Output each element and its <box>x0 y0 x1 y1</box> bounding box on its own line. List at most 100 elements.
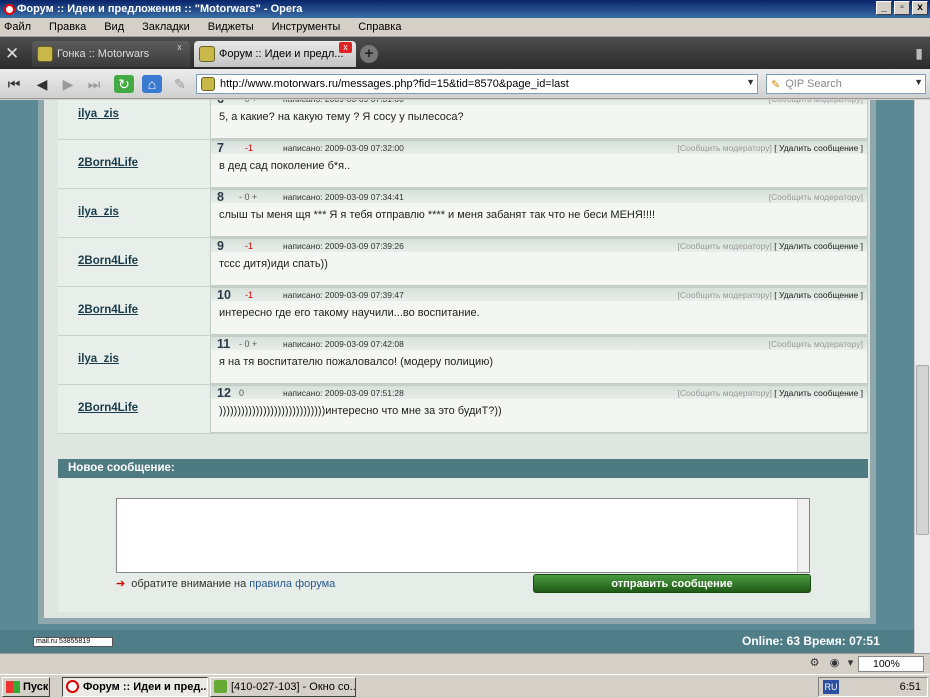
panel-icon[interactable]: ⚙ <box>807 657 822 670</box>
reload-icon[interactable]: ↻ <box>114 75 134 93</box>
post-rating[interactable]: - 0 + <box>239 192 257 202</box>
post-actions: [Сообщить модератору] [ Удалить сообщени… <box>678 241 863 251</box>
post-number: 12 <box>217 386 231 400</box>
post-rating[interactable]: -1 <box>245 143 253 153</box>
delete-link[interactable]: [ Удалить сообщение ] <box>774 290 863 300</box>
taskbar: Пуск Форум :: Идеи и пред... [410-027-10… <box>0 674 930 698</box>
page-scrollbar[interactable] <box>914 100 930 653</box>
post-actions: [Сообщить модератору] [ Удалить сообщени… <box>678 388 863 398</box>
tab-race[interactable]: Гонка :: Motorwars x <box>32 41 190 67</box>
fast-forward-icon[interactable]: ⏭ <box>84 75 104 93</box>
post-text: я на тя воспитателю пожаловалсо! (модеру… <box>219 356 494 368</box>
author-link[interactable]: 2Born4Life <box>78 304 138 316</box>
mail-counter-badge[interactable]: mail.ru 53855819 <box>33 637 113 647</box>
tab-close-icon[interactable]: x <box>339 42 352 53</box>
opera-logo-icon <box>66 680 79 693</box>
post-rating[interactable]: -1 <box>245 290 253 300</box>
chevron-down-icon[interactable]: ▼ <box>746 77 755 87</box>
post-rating[interactable]: -1 <box>245 241 253 251</box>
send-message-button[interactable]: отправить сообщение <box>533 574 811 593</box>
window-title: Форум :: Идеи и предложения :: "Motorwar… <box>17 3 303 15</box>
author-cell: ilya_zis <box>58 189 210 237</box>
post-rating[interactable]: - 0 + <box>239 100 257 104</box>
back-icon[interactable]: ◀ <box>32 75 52 93</box>
menu-file[interactable]: Файл <box>4 21 31 33</box>
author-link[interactable]: 2Born4Life <box>78 402 138 414</box>
rules-link[interactable]: правила форума <box>249 578 335 590</box>
language-indicator[interactable]: RU <box>823 680 839 694</box>
author-link[interactable]: 2Born4Life <box>78 157 138 169</box>
post-header: 6 - 0 + написано: 2009-03-09 07:31:00 [Сооб… <box>211 100 867 106</box>
tools-icon[interactable]: ✕ <box>5 45 19 62</box>
menu-edit[interactable]: Правка <box>49 21 86 33</box>
post-text: тссс дитя)иди спать)) <box>219 258 328 270</box>
report-link[interactable]: [Сообщить модератору] <box>769 192 863 202</box>
camera-icon[interactable]: ◉ <box>827 657 842 670</box>
taskbar-item-qip[interactable]: [410-027-103] - Окно со... <box>210 677 356 697</box>
post: ilya_zis 8 - 0 + написано: 2009-03-09 07:34… <box>58 189 868 238</box>
report-link[interactable]: [Сообщить модератору] <box>769 339 863 349</box>
task-label: Форум :: Идеи и пред... <box>83 681 208 693</box>
forum-frame: ilya_zis 6 - 0 + написано: 2009-03-09 07:31… <box>38 100 876 624</box>
scrollbar-thumb[interactable] <box>916 365 929 535</box>
report-link[interactable]: [Сообщить модератору] <box>678 388 772 398</box>
post-header: 9 -1 написано: 2009-03-09 07:39:26 [Сообщит… <box>211 239 867 253</box>
search-engine-icon[interactable]: ✎ <box>771 78 780 91</box>
menu-bookmarks[interactable]: Закладки <box>142 21 190 33</box>
menu-widgets[interactable]: Виджеты <box>208 21 254 33</box>
home-icon[interactable]: ⌂ <box>142 75 162 93</box>
post-body: 7 -1 написано: 2009-03-09 07:32:00 [Сообщит… <box>210 140 868 188</box>
author-cell: 2Born4Life <box>58 238 210 286</box>
rewind-icon[interactable]: ⏮ <box>4 75 24 93</box>
search-input[interactable]: ✎ QIP Search ▼ <box>766 74 926 94</box>
taskbar-item-opera[interactable]: Форум :: Идеи и пред... <box>62 677 208 697</box>
close-button[interactable]: x <box>912 1 928 15</box>
tab-label: Гонка :: Motorwars <box>57 48 150 60</box>
forward-icon[interactable]: ▶ <box>58 75 78 93</box>
report-link[interactable]: [Сообщить модератору] <box>769 100 863 104</box>
author-cell: 2Born4Life <box>58 287 210 335</box>
author-link[interactable]: 2Born4Life <box>78 255 138 267</box>
textarea-scrollbar[interactable] <box>797 499 809 572</box>
post-actions: [Сообщить модератору] [ Удалить сообщени… <box>678 290 863 300</box>
post-date: написано: 2009-03-09 07:42:08 <box>283 339 404 349</box>
maximize-button[interactable]: ▫ <box>894 1 910 15</box>
new-message-header: Новое сообщение: <box>58 459 868 478</box>
post-body: 6 - 0 + написано: 2009-03-09 07:31:00 [Сооб… <box>210 100 868 139</box>
start-label: Пуск <box>23 681 49 693</box>
author-link[interactable]: ilya_zis <box>78 108 119 120</box>
report-link[interactable]: [Сообщить модератору] <box>678 143 772 153</box>
minimize-button[interactable]: _ <box>876 1 892 15</box>
post-text: интересно где его такому научили...во во… <box>219 307 480 319</box>
start-button[interactable]: Пуск <box>2 677 50 697</box>
post-date: написано: 2009-03-09 07:39:47 <box>283 290 404 300</box>
delete-link[interactable]: [ Удалить сообщение ] <box>774 388 863 398</box>
url-field[interactable]: http://www.motorwars.ru/messages.php?fid… <box>196 74 758 94</box>
message-textarea[interactable] <box>116 498 810 573</box>
author-link[interactable]: ilya_zis <box>78 206 119 218</box>
menu-tools[interactable]: Инструменты <box>272 21 341 33</box>
post-number: 10 <box>217 288 231 302</box>
menu-view[interactable]: Вид <box>104 21 124 33</box>
tab-forum[interactable]: Форум :: Идеи и предл... x <box>194 41 356 67</box>
edit-icon[interactable]: ✎ <box>170 75 190 93</box>
new-tab-icon[interactable]: + <box>360 45 378 63</box>
status-bar: ⚙ ◉ ▾ 100% <box>0 653 930 673</box>
menu-help[interactable]: Справка <box>358 21 401 33</box>
post-rating[interactable]: - 0 + <box>239 339 257 349</box>
posts-list: ilya_zis 6 - 0 + написано: 2009-03-09 07:31… <box>58 100 868 434</box>
chevron-down-icon[interactable]: ▾ <box>843 657 858 670</box>
delete-link[interactable]: [ Удалить сообщение ] <box>774 143 863 153</box>
rules-prefix: обратите внимание на <box>131 578 247 590</box>
zoom-control[interactable]: 100% <box>858 656 924 672</box>
report-link[interactable]: [Сообщить модератору] <box>678 241 772 251</box>
delete-link[interactable]: [ Удалить сообщение ] <box>774 241 863 251</box>
chevron-down-icon[interactable]: ▼ <box>914 77 923 87</box>
author-link[interactable]: ilya_zis <box>78 353 119 365</box>
tab-close-icon[interactable]: x <box>173 42 186 53</box>
report-link[interactable]: [Сообщить модератору] <box>678 290 772 300</box>
trash-icon[interactable]: ▮ <box>915 45 923 62</box>
post-text: слыш ты меня щя *** Я я тебя отправлю **… <box>219 209 656 221</box>
post-rating[interactable]: 0 <box>239 388 244 398</box>
post-actions: [Сообщить модератору] <box>769 100 863 104</box>
